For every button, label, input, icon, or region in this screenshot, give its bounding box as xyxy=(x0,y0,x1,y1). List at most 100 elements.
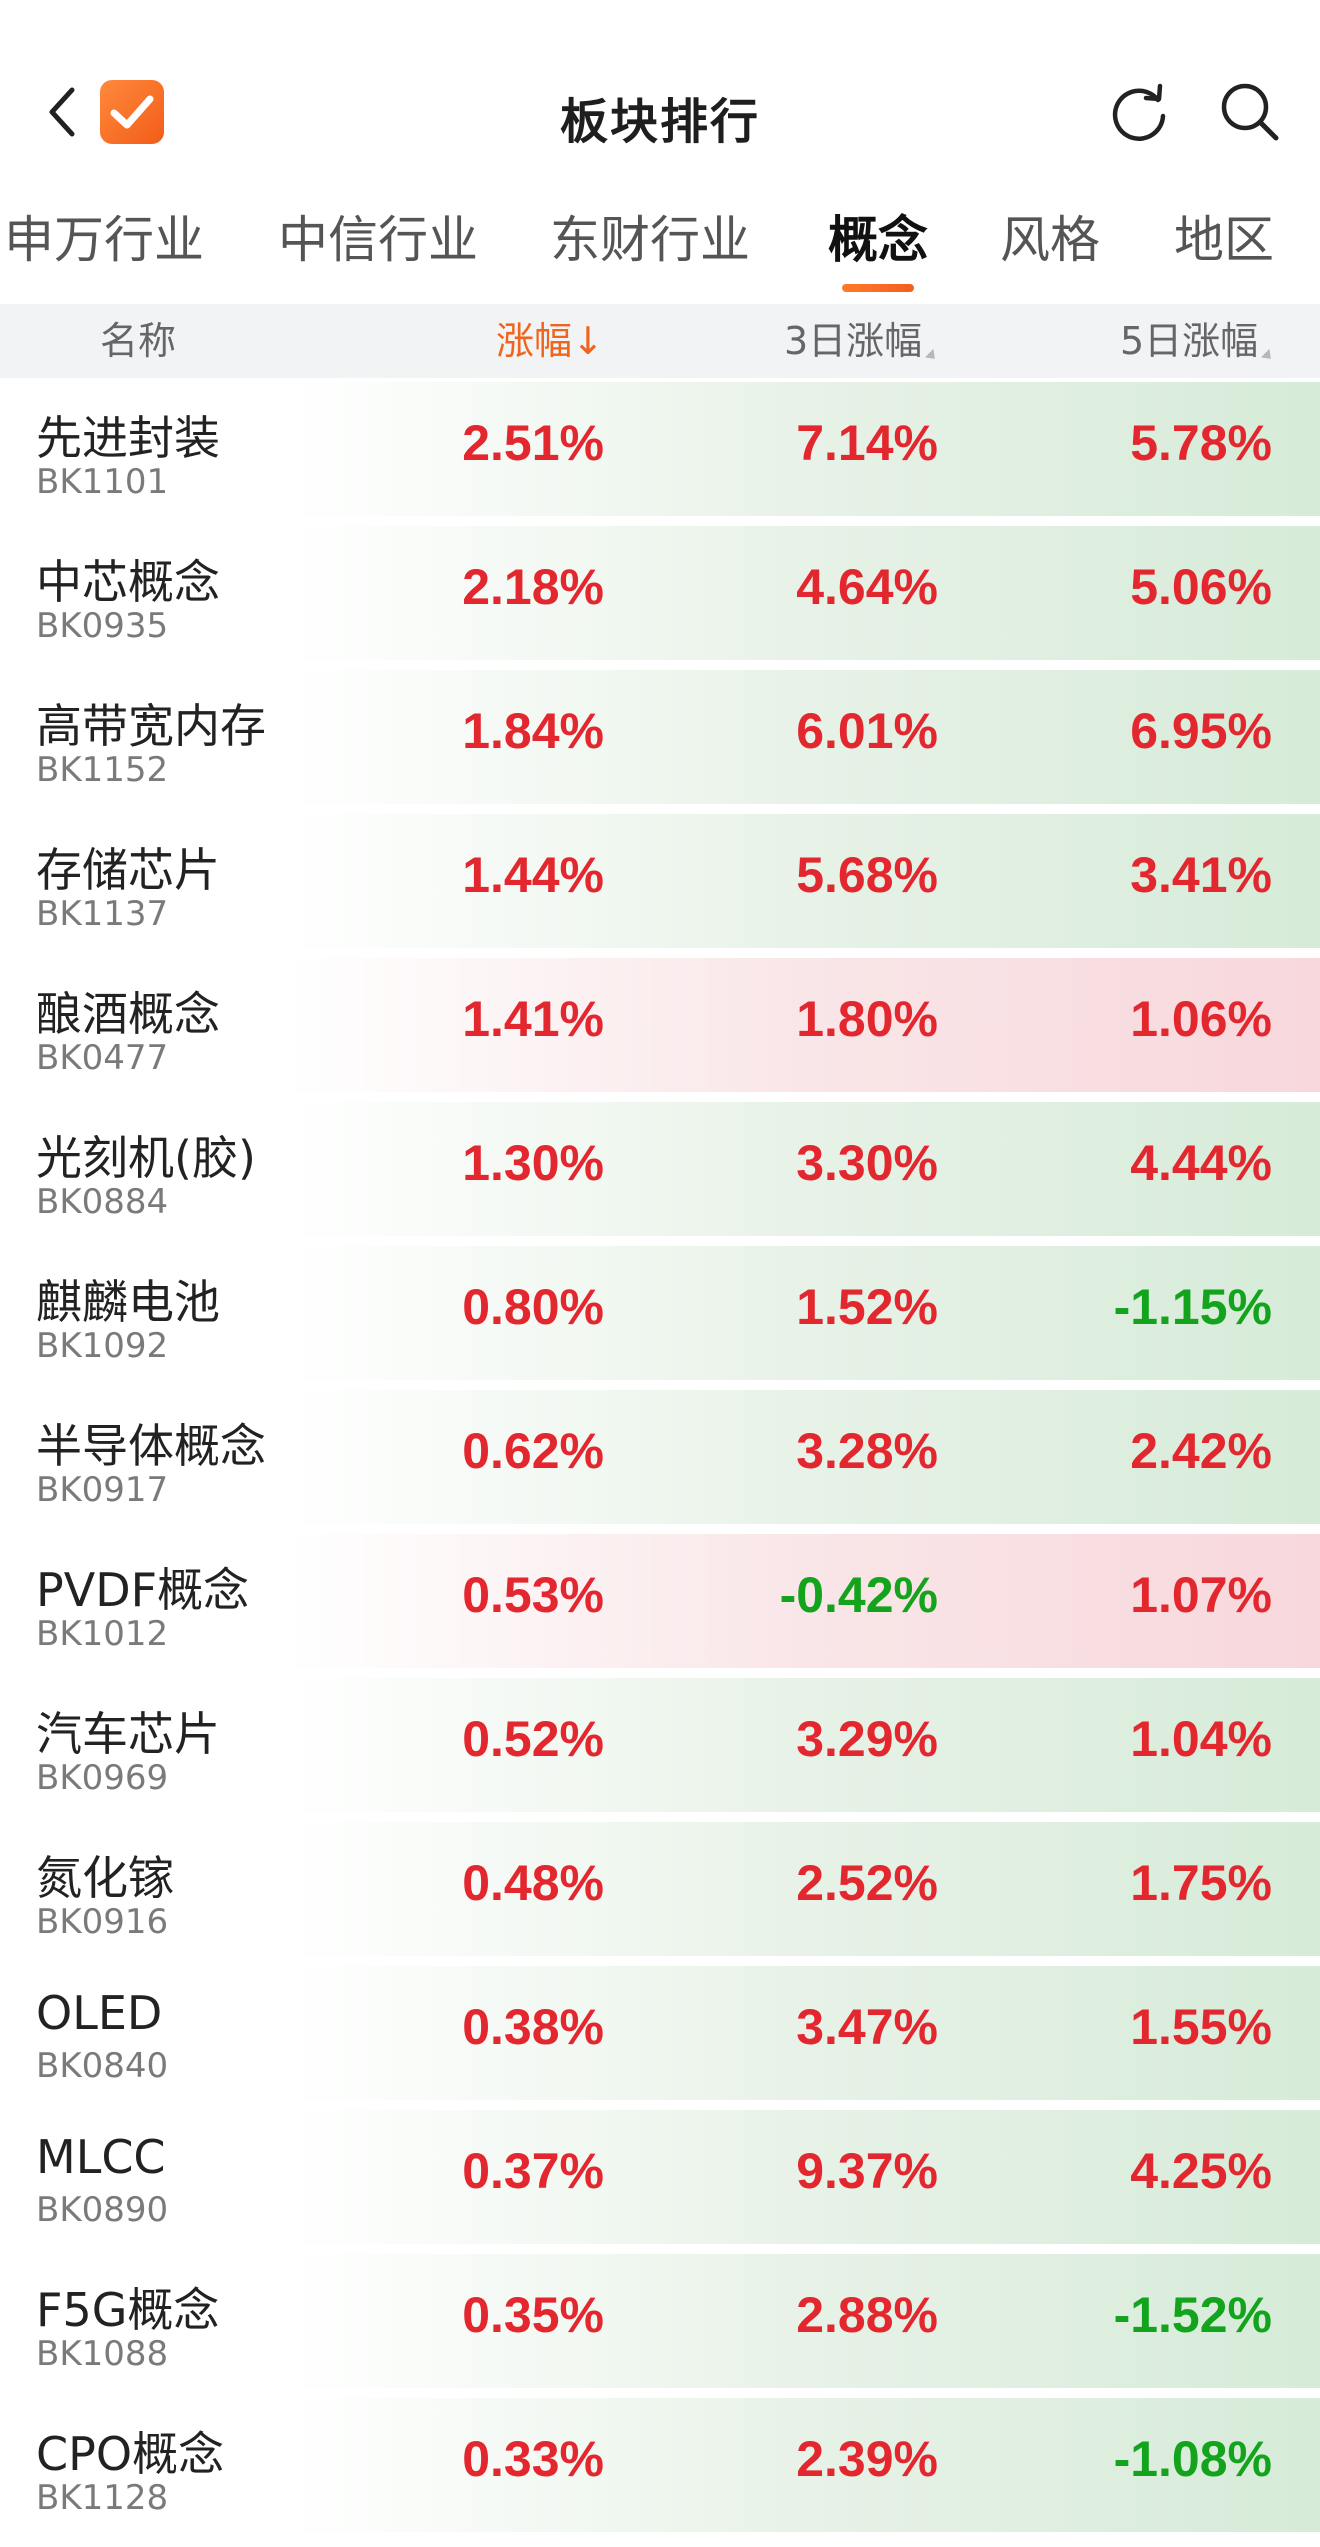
tab-shenwan-industry[interactable]: 申万行业 xyxy=(4,208,204,272)
change-5d-value: 1.06% xyxy=(1130,991,1272,1047)
sector-row[interactable]: 酿酒概念 BK0477 1.41% 1.80% 1.06% xyxy=(0,954,1320,1096)
sector-name: 汽车芯片 xyxy=(36,1707,220,1761)
sector-code: BK0884 xyxy=(36,1182,169,1222)
sector-code: BK0917 xyxy=(36,1470,169,1510)
refresh-icon xyxy=(1112,83,1166,141)
row-background xyxy=(30,382,1320,516)
change-3d-value: 2.88% xyxy=(796,2287,938,2343)
change-5d-value: 5.06% xyxy=(1130,559,1272,615)
change-value: 1.41% xyxy=(462,991,604,1047)
change-value: 1.84% xyxy=(462,703,604,759)
change-3d-value: 5.68% xyxy=(796,847,938,903)
change-5d-value: -1.08% xyxy=(1113,2431,1272,2487)
sort-indicator-icon xyxy=(1261,348,1276,364)
change-5d-value: -1.52% xyxy=(1113,2287,1272,2343)
sector-name: F5G概念 xyxy=(36,2283,220,2337)
change-5d-value: 4.25% xyxy=(1130,2143,1272,2199)
sector-code: BK0840 xyxy=(36,2046,169,2086)
change-5d-value: 1.07% xyxy=(1130,1567,1272,1623)
tab-region[interactable]: 地区 xyxy=(1174,208,1274,272)
change-3d-value: 2.52% xyxy=(796,1855,938,1911)
sector-code: BK0969 xyxy=(36,1758,169,1798)
sector-name: MLCC xyxy=(36,2130,166,2184)
sector-row[interactable]: 光刻机(胶) BK0884 1.30% 3.30% 4.44% xyxy=(0,1098,1320,1240)
sort-indicator-icon xyxy=(925,348,940,364)
column-change-header[interactable]: 涨幅↓ xyxy=(496,304,604,378)
tab-concept[interactable]: 概念 xyxy=(828,208,928,272)
row-background xyxy=(30,814,1320,948)
search-button[interactable] xyxy=(1216,78,1282,144)
change-5d-value: 1.55% xyxy=(1130,1999,1272,2055)
sector-row[interactable]: F5G概念 BK1088 0.35% 2.88% -1.52% xyxy=(0,2250,1320,2392)
change-3d-value: 1.80% xyxy=(796,991,938,1047)
sector-row[interactable]: 中芯概念 BK0935 2.18% 4.64% 5.06% xyxy=(0,522,1320,664)
row-background xyxy=(30,1966,1320,2100)
change-value: 2.51% xyxy=(462,415,604,471)
change-5d-value: 3.41% xyxy=(1130,847,1272,903)
change-3d-value: 3.28% xyxy=(796,1423,938,1479)
column-5d-change-header[interactable]: 5日涨幅 xyxy=(1120,304,1276,378)
sector-code: BK0916 xyxy=(36,1902,169,1942)
sector-code: BK1128 xyxy=(36,2478,169,2518)
row-background xyxy=(30,2110,1320,2244)
tab-eastmoney-industry[interactable]: 东财行业 xyxy=(550,208,750,272)
change-value: 0.33% xyxy=(462,2431,604,2487)
sector-code: BK0890 xyxy=(36,2190,169,2230)
sector-row[interactable]: 麒麟电池 BK1092 0.80% 1.52% -1.15% xyxy=(0,1242,1320,1384)
sector-row[interactable]: CPO概念 BK1128 0.33% 2.39% -1.08% xyxy=(0,2394,1320,2536)
change-3d-value: -0.42% xyxy=(779,1567,938,1623)
row-background xyxy=(30,1678,1320,1812)
change-3d-value: 1.52% xyxy=(796,1279,938,1335)
change-value: 0.53% xyxy=(462,1567,604,1623)
sector-name: 光刻机(胶) xyxy=(36,1131,256,1185)
change-5d-value: 6.95% xyxy=(1130,703,1272,759)
sector-name: 麒麟电池 xyxy=(36,1275,220,1329)
tab-style[interactable]: 风格 xyxy=(1000,208,1100,272)
sector-row[interactable]: 先进封装 BK1101 2.51% 7.14% 5.78% xyxy=(0,378,1320,520)
change-value: 1.30% xyxy=(462,1135,604,1191)
row-background xyxy=(30,1822,1320,1956)
change-value: 0.62% xyxy=(462,1423,604,1479)
change-3d-value: 6.01% xyxy=(796,703,938,759)
row-background xyxy=(30,526,1320,660)
refresh-button[interactable] xyxy=(1106,80,1172,146)
sector-row[interactable]: 半导体概念 BK0917 0.62% 3.28% 2.42% xyxy=(0,1386,1320,1528)
change-value: 2.18% xyxy=(462,559,604,615)
sector-code: BK0935 xyxy=(36,606,169,646)
column-header: 名称 涨幅↓ 3日涨幅 5日涨幅 xyxy=(0,304,1320,378)
category-tabs: 申万行业 中信行业 东财行业 概念 风格 地区 xyxy=(0,208,1320,304)
sector-name: 酿酒概念 xyxy=(36,987,220,1041)
sector-code: BK1137 xyxy=(36,894,169,934)
column-3d-change-header[interactable]: 3日涨幅 xyxy=(784,304,940,378)
active-tab-indicator xyxy=(842,284,914,292)
sector-name: CPO概念 xyxy=(36,2427,225,2481)
sector-name: 存储芯片 xyxy=(36,843,220,897)
change-5d-value: 1.04% xyxy=(1130,1711,1272,1767)
sector-row[interactable]: 存储芯片 BK1137 1.44% 5.68% 3.41% xyxy=(0,810,1320,952)
sector-name: 氮化镓 xyxy=(36,1851,174,1905)
change-value: 0.38% xyxy=(462,1999,604,2055)
sector-name: 先进封装 xyxy=(36,411,220,465)
column-name-header: 名称 xyxy=(100,319,177,363)
sector-code: BK1092 xyxy=(36,1326,169,1366)
column-3d-change-label: 3日涨幅 xyxy=(784,319,923,363)
sector-row[interactable]: 氮化镓 BK0916 0.48% 2.52% 1.75% xyxy=(0,1818,1320,1960)
search-icon xyxy=(1221,83,1279,141)
sector-row[interactable]: 高带宽内存 BK1152 1.84% 6.01% 6.95% xyxy=(0,666,1320,808)
sector-row[interactable]: PVDF概念 BK1012 0.53% -0.42% 1.07% xyxy=(0,1530,1320,1672)
sector-row[interactable]: MLCC BK0890 0.37% 9.37% 4.25% xyxy=(0,2106,1320,2248)
change-value: 0.80% xyxy=(462,1279,604,1335)
sector-name: PVDF概念 xyxy=(36,1563,250,1617)
sector-name: 中芯概念 xyxy=(36,555,220,609)
sector-row[interactable]: 汽车芯片 BK0969 0.52% 3.29% 1.04% xyxy=(0,1674,1320,1816)
change-5d-value: 5.78% xyxy=(1130,415,1272,471)
change-5d-value: -1.15% xyxy=(1113,1279,1272,1335)
sector-row[interactable]: OLED BK0840 0.38% 3.47% 1.55% xyxy=(0,1962,1320,2104)
sector-list: 先进封装 BK1101 2.51% 7.14% 5.78% 中芯概念 BK0935 2.18%… xyxy=(0,378,1320,2538)
tab-citic-industry[interactable]: 中信行业 xyxy=(278,208,478,272)
change-3d-value: 3.29% xyxy=(796,1711,938,1767)
sector-code: BK1152 xyxy=(36,750,169,790)
change-3d-value: 9.37% xyxy=(796,2143,938,2199)
sector-code: BK0477 xyxy=(36,1038,169,1078)
nav-bar: 板块排行 xyxy=(0,0,1320,220)
